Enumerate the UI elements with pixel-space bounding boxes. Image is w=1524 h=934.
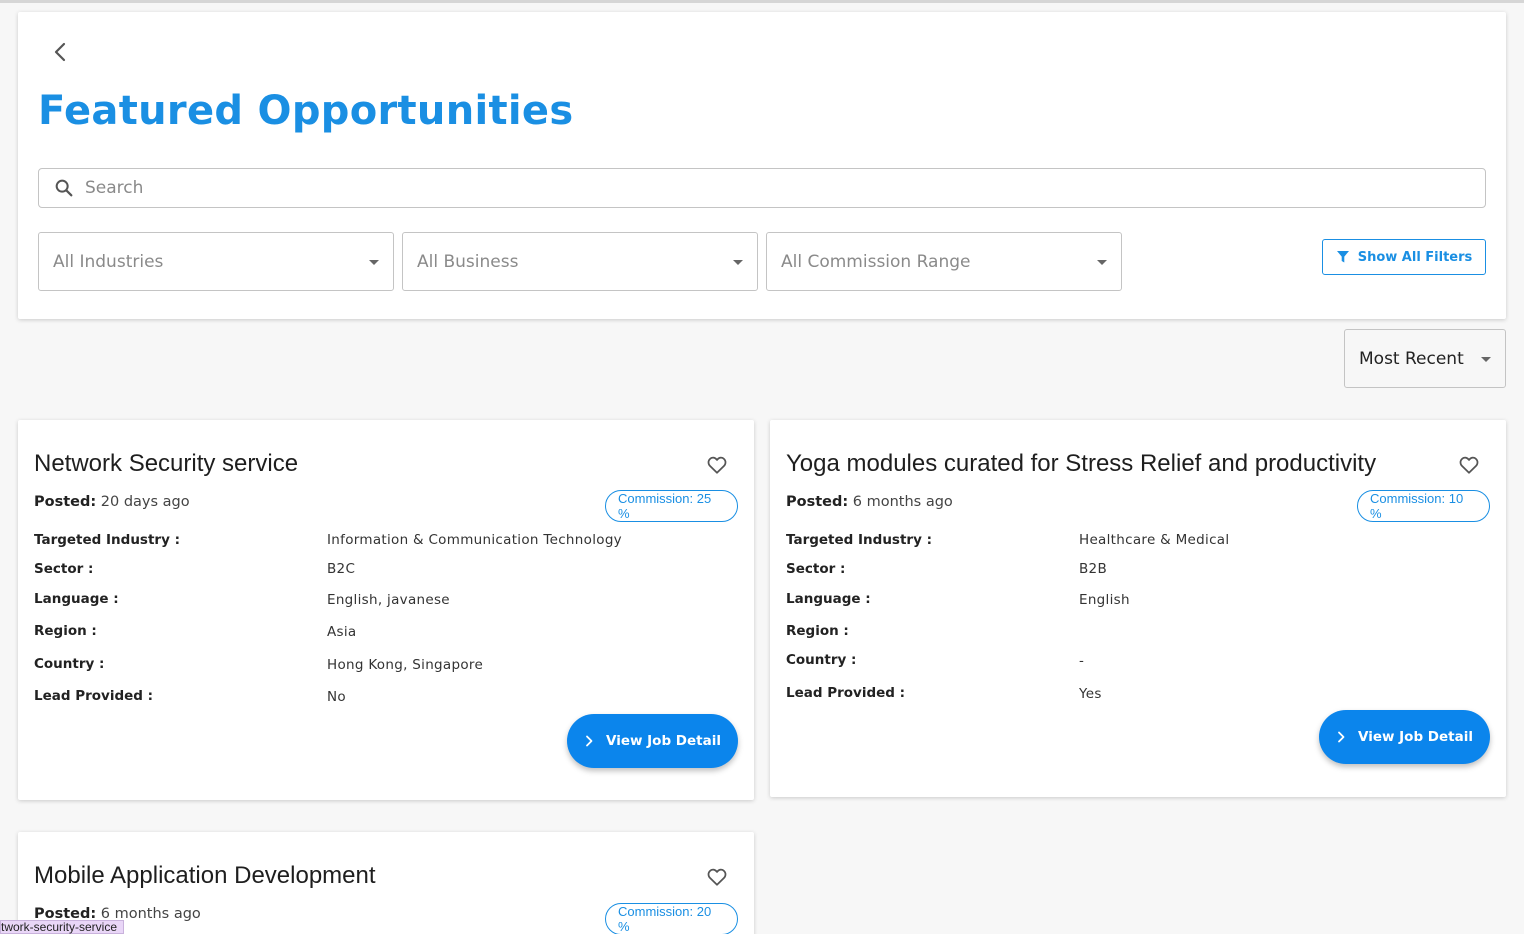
chevron-left-icon xyxy=(54,42,66,62)
job-title: Mobile Application Development xyxy=(34,862,376,889)
caret-down-icon xyxy=(1481,357,1491,362)
top-divider xyxy=(0,0,1524,3)
language-label: Language : xyxy=(786,591,871,607)
commission-range-select[interactable]: All Commission Range xyxy=(766,232,1122,291)
industries-select-value: All Industries xyxy=(53,251,164,272)
posted-value: 6 months ago xyxy=(852,494,953,510)
posted-info: Posted: 6 months ago xyxy=(786,494,953,510)
business-select[interactable]: All Business xyxy=(402,232,758,291)
targeted-industry-value: Healthcare & Medical xyxy=(1079,532,1230,548)
show-all-filters-button[interactable]: Show All Filters xyxy=(1322,239,1486,275)
search-icon xyxy=(55,179,73,197)
lead-provided-label: Lead Provided : xyxy=(34,688,154,704)
job-title: Yoga modules curated for Stress Relief a… xyxy=(786,450,1377,477)
search-input[interactable] xyxy=(85,178,1465,198)
posted-label: Posted: xyxy=(786,494,849,510)
view-job-detail-label: View Job Detail xyxy=(1357,729,1473,745)
commission-range-select-value: All Commission Range xyxy=(781,251,971,272)
country-value: Hong Kong, Singapore xyxy=(327,657,484,673)
business-select-value: All Business xyxy=(417,251,519,272)
targeted-industry-value: Information & Communication Technology xyxy=(327,532,622,548)
sort-select-value: Most Recent xyxy=(1359,348,1464,369)
caret-down-icon xyxy=(1097,260,1107,265)
country-label: Country : xyxy=(786,652,857,668)
commission-badge: Commission: 10 % xyxy=(1357,490,1490,522)
lead-provided-value: Yes xyxy=(1079,686,1102,702)
sort-select[interactable]: Most Recent xyxy=(1344,329,1506,388)
targeted-industry-label: Targeted Industry : xyxy=(34,532,180,548)
lead-provided-value: No xyxy=(327,689,346,705)
country-label: Country : xyxy=(34,656,105,672)
sector-value: B2B xyxy=(1079,561,1108,577)
language-value: English xyxy=(1079,592,1130,608)
heart-icon[interactable] xyxy=(1458,454,1480,476)
lead-provided-label: Lead Provided : xyxy=(786,685,906,701)
industries-select[interactable]: All Industries xyxy=(38,232,394,291)
region-label: Region : xyxy=(786,623,849,639)
sector-label: Sector : xyxy=(34,561,94,577)
view-job-detail-label: View Job Detail xyxy=(605,733,721,749)
caret-down-icon xyxy=(369,260,379,265)
language-value: English, javanese xyxy=(327,592,450,608)
view-job-detail-button[interactable]: View Job Detail xyxy=(567,714,738,768)
heart-icon[interactable] xyxy=(706,454,728,476)
region-value: Asia xyxy=(327,624,357,640)
commission-badge: Commission: 20 % xyxy=(605,903,738,934)
sector-label: Sector : xyxy=(786,561,846,577)
country-value: - xyxy=(1079,653,1085,669)
chevron-right-icon xyxy=(1338,731,1345,743)
search-field[interactable] xyxy=(38,168,1486,208)
back-button[interactable] xyxy=(48,38,76,66)
status-url-tooltip: twork-security-service xyxy=(0,920,125,934)
posted-info: Posted: 20 days ago xyxy=(34,494,190,510)
sector-value: B2C xyxy=(327,561,356,577)
job-card: Yoga modules curated for Stress Relief a… xyxy=(770,420,1506,797)
job-title: Network Security service xyxy=(34,450,299,477)
show-all-filters-label: Show All Filters xyxy=(1357,249,1473,265)
caret-down-icon xyxy=(733,260,743,265)
job-card: Network Security service Posted: 20 days… xyxy=(18,420,754,800)
heart-icon[interactable] xyxy=(706,866,728,888)
chevron-right-icon xyxy=(586,735,593,747)
posted-value: 20 days ago xyxy=(100,494,190,510)
targeted-industry-label: Targeted Industry : xyxy=(786,532,932,548)
page-title: Featured Opportunities xyxy=(38,88,574,134)
language-label: Language : xyxy=(34,591,119,607)
header-card: Featured Opportunities All Industries Al… xyxy=(18,12,1506,319)
job-card: Mobile Application Development Posted: 6… xyxy=(18,832,754,934)
filter-icon xyxy=(1336,251,1349,263)
view-job-detail-button[interactable]: View Job Detail xyxy=(1319,710,1490,764)
region-label: Region : xyxy=(34,623,97,639)
posted-label: Posted: xyxy=(34,494,97,510)
commission-badge: Commission: 25 % xyxy=(605,490,738,522)
